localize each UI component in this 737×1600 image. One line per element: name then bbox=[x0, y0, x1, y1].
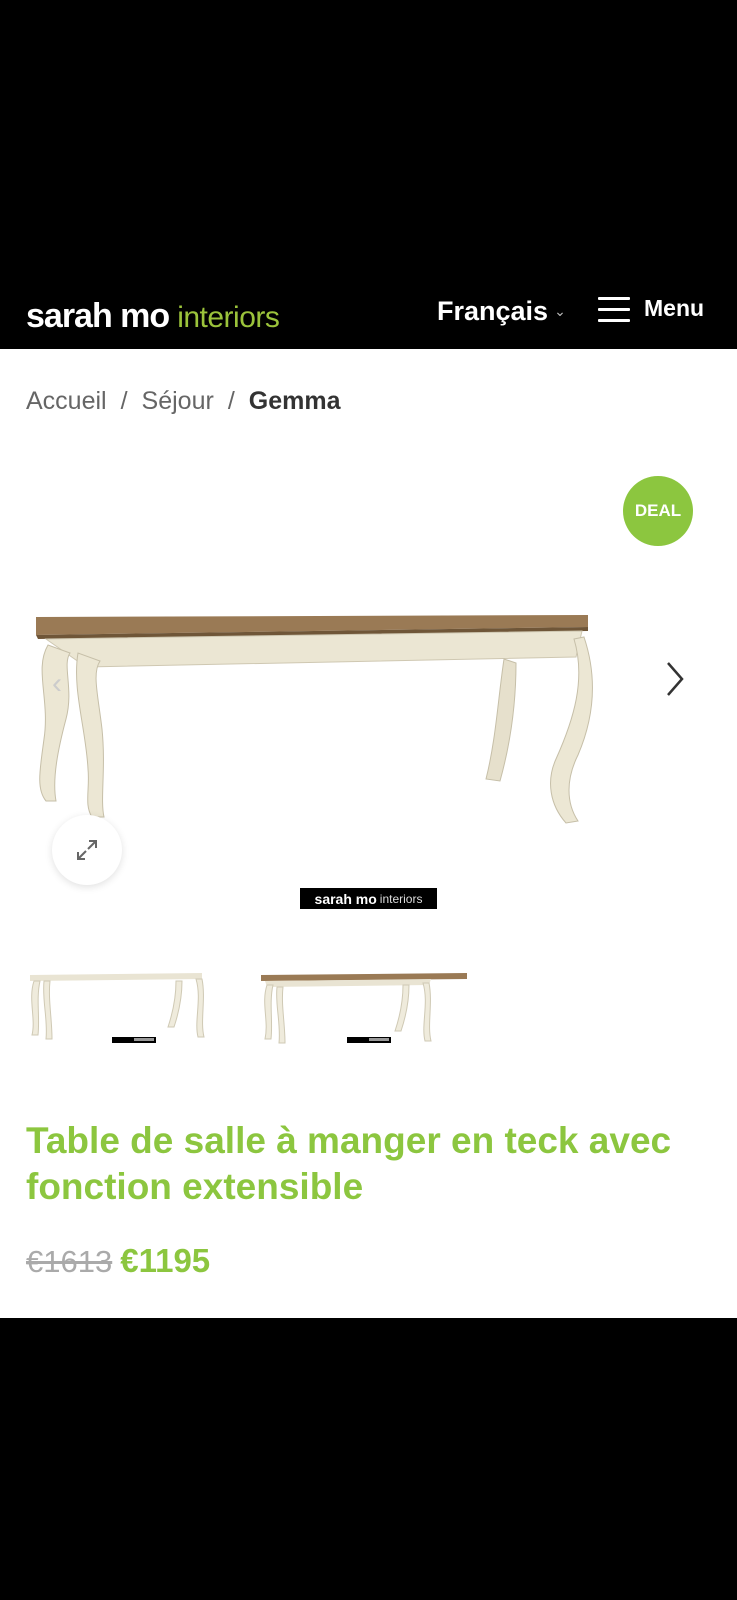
chevron-down-icon: ⌄ bbox=[554, 303, 566, 319]
old-price: €1613 bbox=[26, 1244, 113, 1279]
thumbnail-2[interactable] bbox=[261, 969, 467, 1049]
chevron-right-icon[interactable] bbox=[664, 659, 686, 699]
site-logo[interactable]: sarah mo interiors bbox=[26, 297, 280, 336]
breadcrumb-link-home[interactable]: Accueil bbox=[26, 387, 107, 415]
thumbnail-watermark bbox=[347, 1037, 391, 1043]
breadcrumb-link-category[interactable]: Séjour bbox=[142, 387, 214, 415]
watermark-bold-text: sarah mo bbox=[314, 890, 377, 907]
logo-light-text: interiors bbox=[177, 301, 280, 334]
zoom-button[interactable] bbox=[52, 815, 122, 885]
language-label: Français bbox=[437, 296, 549, 326]
hamburger-icon bbox=[598, 296, 630, 322]
logo-bold-text: sarah mo bbox=[26, 297, 170, 335]
watermark-light-text: interiors bbox=[379, 891, 423, 906]
deal-badge: DEAL bbox=[623, 476, 693, 546]
thumbnail-1[interactable] bbox=[26, 969, 206, 1049]
site-header: sarah mo interiors Français ⌄ Menu bbox=[0, 283, 737, 349]
chevron-left-icon[interactable]: ‹ bbox=[52, 667, 62, 701]
product-title: Table de salle à manger en teck avec fon… bbox=[26, 1120, 672, 1207]
expand-icon bbox=[77, 840, 97, 860]
sale-price: €1195 bbox=[120, 1242, 211, 1279]
product-main-image[interactable] bbox=[26, 609, 626, 849]
menu-button[interactable]: Menu bbox=[598, 295, 704, 322]
product-content: Accueil / Séjour / Gemma DEAL ‹ sarah mo inte… bbox=[0, 349, 737, 1318]
breadcrumb-separator: / bbox=[120, 387, 128, 415]
breadcrumb: Accueil / Séjour / Gemma bbox=[26, 387, 340, 416]
language-selector[interactable]: Français ⌄ bbox=[437, 296, 566, 327]
thumbnail-watermark bbox=[112, 1037, 156, 1043]
breadcrumb-separator: / bbox=[227, 387, 235, 415]
image-watermark: sarah mo interiors bbox=[300, 888, 437, 909]
product-price: €1613 €1195 bbox=[26, 1242, 210, 1280]
menu-label: Menu bbox=[644, 295, 705, 321]
breadcrumb-current: Gemma bbox=[248, 387, 341, 415]
